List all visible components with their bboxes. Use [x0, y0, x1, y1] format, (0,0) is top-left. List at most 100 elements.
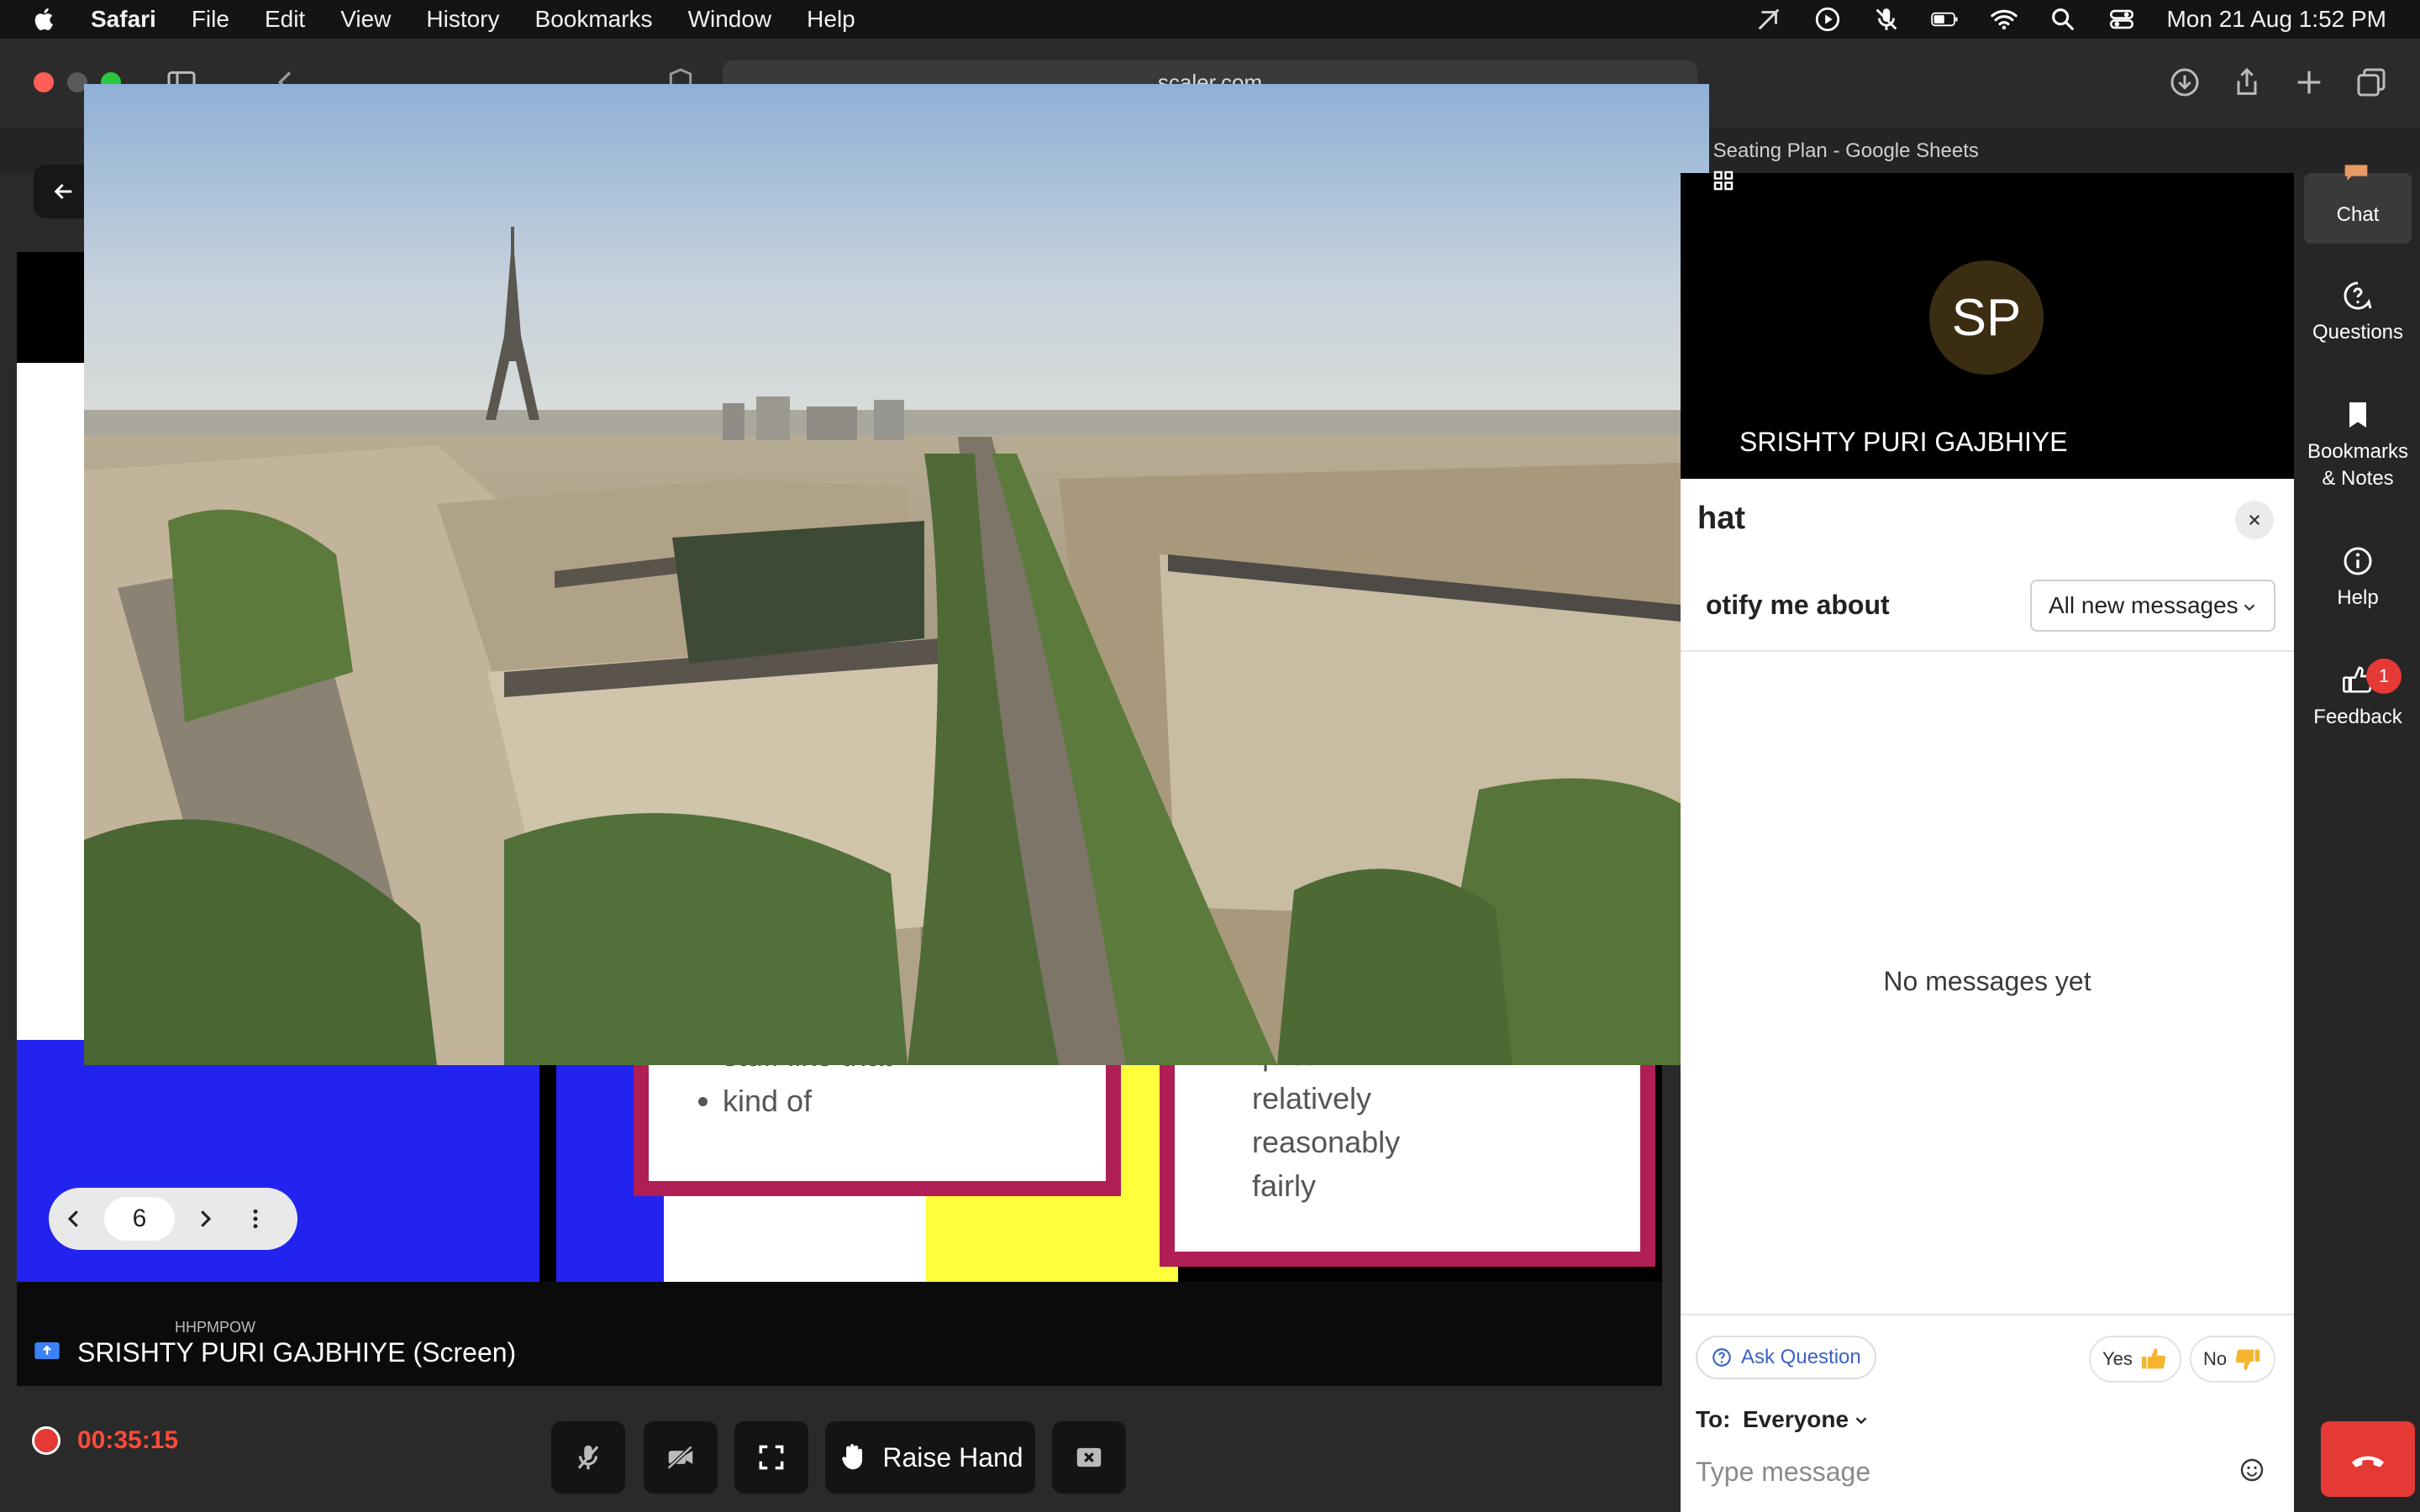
reaction-yes-label: Yes: [2102, 1348, 2133, 1369]
new-tab-icon[interactable]: [2292, 66, 2326, 99]
end-call-button[interactable]: [2321, 1421, 2415, 1497]
next-page-button[interactable]: [180, 1194, 230, 1244]
ask-question-button[interactable]: Ask Question: [1696, 1336, 1876, 1379]
slide-white-region: [17, 363, 84, 1042]
hand-icon: [842, 1444, 863, 1470]
pager-more-button[interactable]: [230, 1194, 281, 1244]
close-screen-icon: [1076, 1447, 1102, 1467]
presenter-screen-name: SRISHTY PURI GAJBHIYE (Screen): [77, 1337, 517, 1368]
window-close-button[interactable]: [34, 72, 54, 92]
emoji-icon[interactable]: [2238, 1457, 2265, 1483]
chat-close-button[interactable]: [2235, 501, 2274, 539]
floating-photo[interactable]: [84, 84, 1709, 1065]
recipient-select[interactable]: Everyone: [1743, 1406, 1849, 1433]
share-icon[interactable]: [2230, 66, 2264, 99]
menu-help[interactable]: Help: [807, 6, 855, 33]
wifi-icon[interactable]: [1990, 5, 2018, 34]
rail-bookmarks[interactable]: Bookmarks & Notes: [2304, 398, 2412, 492]
paris-aerial-image: [84, 84, 1709, 1065]
notify-value: All new messages: [2049, 592, 2238, 618]
chevron-down-icon[interactable]: [1852, 1411, 1870, 1430]
info-icon: [2344, 547, 2372, 575]
participant-avatar: SP: [1929, 260, 2044, 375]
apple-logo-icon[interactable]: [30, 5, 59, 34]
right-rail: [2294, 173, 2420, 1512]
slide-pager: 6: [49, 1188, 297, 1250]
prev-page-button[interactable]: [49, 1194, 99, 1244]
slide-word: fairly: [1252, 1168, 1317, 1203]
battery-icon[interactable]: [1931, 5, 1960, 34]
slide-box-right: [1160, 1040, 1655, 1267]
rail-feedback-label: Feedback: [2313, 706, 2402, 728]
slide-word-list: quite relatively reasonably fairly: [1252, 1040, 1400, 1208]
rail-bookmarks-label: Bookmarks: [2307, 440, 2409, 463]
to-label: To:: [1696, 1406, 1731, 1432]
rail-chat-label: Chat: [2336, 203, 2380, 226]
reaction-no-button[interactable]: No: [2190, 1336, 2276, 1383]
fullscreen-icon: [759, 1445, 784, 1470]
macos-menu-bar: Safari File Edit View History Bookmarks …: [0, 0, 2420, 39]
empty-chat-message: No messages yet: [1883, 966, 2091, 996]
slide-bullet: kind of: [723, 1079, 892, 1124]
chat-title: hat: [1697, 501, 1745, 536]
rail-help[interactable]: Help: [2304, 544, 2412, 612]
download-icon[interactable]: [2168, 66, 2202, 99]
rail-help-label: Help: [2337, 586, 2379, 609]
arrow-left-icon: [54, 183, 72, 200]
hang-up-icon: [2351, 1456, 2385, 1467]
recording-indicator: [32, 1426, 60, 1455]
chevron-down-icon: [2244, 604, 2255, 612]
tab-overview-icon[interactable]: [2354, 66, 2388, 99]
recording-time: 00:35:15: [77, 1426, 179, 1454]
more-vertical-icon: [253, 1209, 258, 1229]
mic-toggle-button[interactable]: [551, 1421, 625, 1494]
chat-footer-divider: [1681, 1314, 2294, 1315]
reaction-yes-button[interactable]: Yes: [2089, 1336, 2181, 1383]
screen-share-off-icon[interactable]: [1754, 5, 1783, 34]
raise-hand-button[interactable]: Raise Hand: [825, 1421, 1035, 1494]
message-input[interactable]: [1696, 1448, 2233, 1495]
question-icon: [1712, 1348, 1731, 1367]
page-number[interactable]: 6: [104, 1197, 175, 1241]
menu-bar-clock[interactable]: Mon 21 Aug 1:52 PM: [2166, 6, 2386, 33]
slide-divider: [539, 1040, 551, 1282]
mic-off-icon: [577, 1445, 599, 1470]
rail-questions-label: Questions: [2312, 321, 2404, 344]
fullscreen-button[interactable]: [734, 1421, 808, 1494]
rail-questions[interactable]: Questions: [2304, 279, 2412, 346]
grid-view-icon[interactable]: [1711, 168, 1736, 193]
slide-word: relatively: [1252, 1081, 1372, 1116]
menu-window[interactable]: Window: [688, 6, 772, 33]
screen-label-bar: [17, 1282, 1662, 1386]
menu-bookmarks[interactable]: Bookmarks: [535, 6, 653, 33]
menu-edit[interactable]: Edit: [265, 6, 305, 33]
screen-share-icon: [34, 1342, 60, 1359]
chat-icon: [2344, 165, 2368, 181]
chevron-right-icon: [201, 1210, 212, 1227]
ask-question-label: Ask Question: [1741, 1346, 1861, 1368]
presenter-tag: HHPMPOW: [175, 1319, 255, 1336]
notify-dropdown[interactable]: All new messages: [2030, 580, 2275, 632]
search-icon[interactable]: [2049, 5, 2077, 34]
menu-view[interactable]: View: [340, 6, 391, 33]
camera-toggle-button[interactable]: [644, 1421, 718, 1494]
tab-google-sheets[interactable]: y Seating Plan - Google Sheets: [1697, 139, 1979, 163]
thumbs-down-icon: [2235, 1349, 2260, 1370]
play-circle-icon[interactable]: [1813, 5, 1842, 34]
thumbs-up-icon: [2141, 1348, 2166, 1369]
control-center-icon[interactable]: [2107, 5, 2136, 34]
stop-share-button[interactable]: [1052, 1421, 1126, 1494]
menu-history[interactable]: History: [426, 6, 499, 33]
participant-name: SRISHTY PURI GAJBHIYE: [1739, 427, 2068, 457]
mic-off-icon[interactable]: [1872, 5, 1901, 34]
rail-chat[interactable]: Chat: [2304, 173, 2412, 244]
question-circle-icon: [2344, 281, 2372, 310]
chevron-left-icon: [67, 1210, 78, 1227]
chat-divider: [1681, 650, 2294, 652]
camera-off-icon: [667, 1445, 693, 1470]
notify-label: otify me about: [1706, 590, 1890, 620]
rail-bookmarks-sublabel: & Notes: [2322, 467, 2394, 490]
close-icon: [2249, 514, 2260, 526]
menu-file[interactable]: File: [192, 6, 229, 33]
menu-safari[interactable]: Safari: [91, 6, 156, 33]
